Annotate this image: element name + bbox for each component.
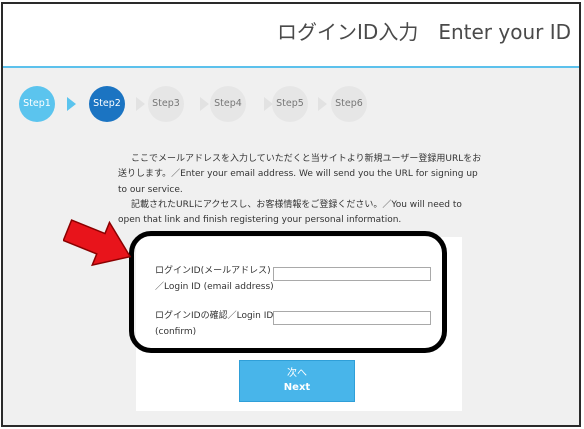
step-3: Step3 xyxy=(148,86,184,122)
instructions-text-2: 記載されたURLにアクセスし、お客様情報をご登録ください。／You will n… xyxy=(118,199,462,226)
next-button-label-en: Next xyxy=(283,382,311,393)
step-arrow-icon xyxy=(67,97,76,111)
instructions-text-1: ここでメールアドレスを入力していただくと当サイトより新規ユーザー登録用URLをお… xyxy=(118,154,482,195)
step-arrow-icon xyxy=(318,97,327,111)
step-arrow-icon xyxy=(136,97,145,111)
step-4: Step4 xyxy=(210,86,246,122)
step-2: Step2 xyxy=(89,86,125,122)
step-arrow-icon xyxy=(200,97,209,111)
step-6: Step6 xyxy=(331,86,367,122)
step-1: Step1 xyxy=(19,86,55,122)
annotation-highlight-box xyxy=(129,231,447,353)
next-button-label-ja: 次へ xyxy=(287,368,307,379)
instructions: ここでメールアドレスを入力していただくと当サイトより新規ユーザー登録用URLをお… xyxy=(118,152,484,228)
page-frame: ログインID入力 Enter your ID Step1 Step2 Step3… xyxy=(1,2,581,427)
main-content: Step1 Step2 Step3 Step4 Step5 Step6 ここでメ… xyxy=(3,68,579,425)
step-5: Step5 xyxy=(272,86,308,122)
page-title: ログインID入力 Enter your ID xyxy=(277,20,571,44)
next-button[interactable]: 次へ Next xyxy=(239,360,355,402)
red-arrow-icon xyxy=(63,219,132,267)
page-header: ログインID入力 Enter your ID xyxy=(3,4,579,68)
